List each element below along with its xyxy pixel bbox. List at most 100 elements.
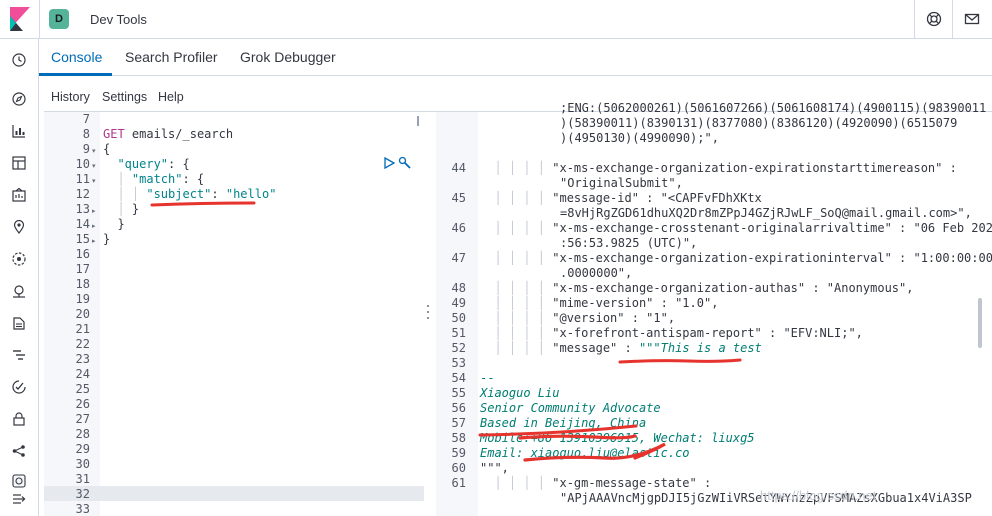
line-number: 21 bbox=[75, 322, 90, 336]
line-number: 22 bbox=[75, 337, 90, 351]
json-key: "match" bbox=[131, 172, 183, 186]
header-separator bbox=[952, 0, 953, 39]
monitoring-icon[interactable] bbox=[11, 473, 27, 489]
dashboard-icon[interactable] bbox=[11, 155, 27, 171]
top-header: D Dev Tools bbox=[0, 0, 992, 39]
help-link[interactable]: Help bbox=[158, 90, 184, 104]
request-line-10: "query": { bbox=[103, 157, 189, 171]
fold-toggle[interactable]: ▸ bbox=[92, 222, 96, 230]
response-line-50: │ │ │ │ "@version" : "1", bbox=[480, 311, 676, 325]
response-line-51: │ │ │ │ "x-forefront-antispam-report" : … bbox=[480, 326, 863, 340]
json-string: "hello" bbox=[225, 187, 277, 201]
collapse-icon[interactable] bbox=[11, 491, 27, 507]
line-number: 18 bbox=[75, 277, 90, 291]
line-number: 30 bbox=[75, 457, 90, 471]
response-line-47: │ │ │ │ "x-ms-exchange-organization-expi… bbox=[480, 251, 992, 265]
apm-icon[interactable] bbox=[11, 347, 27, 363]
fold-toggle[interactable]: ▾ bbox=[92, 177, 96, 185]
mail-icon[interactable] bbox=[964, 11, 980, 27]
active-tab-indicator bbox=[39, 73, 112, 76]
line-number: 53 bbox=[451, 356, 466, 370]
tab-console[interactable]: Console bbox=[51, 49, 102, 65]
request-line-11: │ "match": { bbox=[103, 172, 205, 186]
line-number: 25 bbox=[75, 382, 90, 396]
header-separator bbox=[914, 0, 915, 39]
fold-toggle[interactable]: ▾ bbox=[92, 147, 96, 155]
line-number: 50 bbox=[451, 311, 466, 325]
line-number: 48 bbox=[451, 281, 466, 295]
request-line-15: } bbox=[103, 232, 111, 246]
tab-grok-debugger[interactable]: Grok Debugger bbox=[240, 49, 336, 65]
line-number: 56 bbox=[451, 401, 466, 415]
line-number: 16 bbox=[75, 247, 90, 261]
request-line-12: │ │ "subject": "hello" bbox=[103, 187, 277, 201]
request-scroll-indicator[interactable] bbox=[417, 116, 419, 126]
response-line-48: │ │ │ │ "x-ms-exchange-organization-auth… bbox=[480, 281, 914, 295]
watermark: https://blog.csdn.net bbox=[760, 488, 877, 503]
response-line-46-cont: :56:53.9825 (UTC)", bbox=[560, 236, 698, 250]
wrench-icon[interactable] bbox=[398, 156, 412, 170]
line-number: 10 bbox=[75, 157, 90, 171]
header-separator bbox=[39, 0, 40, 39]
response-line-45: │ │ │ │ "message-id" : "<CAPFvFDhXKtx bbox=[480, 191, 762, 205]
line-number: 33 bbox=[75, 502, 90, 516]
response-line-60: """, bbox=[480, 461, 509, 475]
response-scrollbar[interactable] bbox=[978, 298, 982, 348]
line-number: 29 bbox=[75, 442, 90, 456]
siem-icon[interactable] bbox=[11, 411, 27, 427]
left-navigation bbox=[0, 39, 39, 516]
json-key: "subject" bbox=[146, 187, 212, 201]
ml-icon[interactable] bbox=[11, 251, 27, 267]
request-line-9: { bbox=[103, 142, 111, 156]
settings-link[interactable]: Settings bbox=[102, 90, 147, 104]
maps-icon[interactable] bbox=[11, 219, 27, 235]
line-number: 7 bbox=[82, 112, 90, 126]
infrastructure-icon[interactable] bbox=[11, 283, 27, 299]
history-link[interactable]: History bbox=[51, 90, 90, 104]
request-path: emails/_search bbox=[131, 127, 234, 141]
response-line-54: -- bbox=[480, 371, 495, 385]
line-number: 26 bbox=[75, 397, 90, 411]
response-line-44-cont: "OriginalSubmit", bbox=[560, 176, 683, 190]
response-cont-line: )(58390011)(8390131)(8377080)(8386120)(4… bbox=[560, 116, 958, 130]
line-number: 27 bbox=[75, 412, 90, 426]
json-punct: : bbox=[211, 187, 226, 201]
line-number: 32 bbox=[75, 487, 90, 501]
line-number: 55 bbox=[451, 386, 466, 400]
play-icon[interactable] bbox=[382, 156, 396, 170]
line-number: 28 bbox=[75, 427, 90, 441]
request-line-14: } bbox=[117, 217, 125, 231]
kibana-logo-icon[interactable] bbox=[10, 7, 30, 31]
fold-toggle[interactable]: ▸ bbox=[92, 237, 96, 245]
uptime-icon[interactable] bbox=[11, 379, 27, 395]
line-number: 51 bbox=[451, 326, 466, 340]
compass-icon[interactable] bbox=[11, 91, 27, 107]
response-line-47-cont: .0000000", bbox=[560, 266, 633, 280]
visualize-icon[interactable] bbox=[11, 123, 27, 139]
space-avatar[interactable]: D bbox=[49, 9, 69, 29]
fold-toggle[interactable]: ▾ bbox=[92, 162, 96, 170]
line-number: 61 bbox=[451, 476, 466, 490]
line-number: 11 bbox=[75, 172, 90, 186]
response-cont-line: )(4950130)(4990090);", bbox=[560, 131, 719, 145]
canvas-icon[interactable] bbox=[11, 187, 27, 203]
fold-toggle[interactable]: ▸ bbox=[92, 207, 96, 215]
red-scribble bbox=[518, 434, 666, 462]
help-icon[interactable] bbox=[926, 11, 942, 27]
line-number: 60 bbox=[451, 461, 466, 475]
red-annotation bbox=[150, 201, 256, 207]
app-title: Dev Tools bbox=[90, 12, 147, 27]
tab-search-profiler[interactable]: Search Profiler bbox=[125, 49, 218, 65]
logs-icon[interactable] bbox=[11, 315, 27, 331]
line-number: 45 bbox=[451, 191, 466, 205]
response-cont-line: ;ENG:(5062000261)(5061607266)(5061608174… bbox=[560, 101, 987, 115]
dev-tools-icon[interactable] bbox=[11, 443, 27, 459]
clock-icon[interactable] bbox=[11, 52, 27, 68]
json-punct: : { bbox=[182, 172, 205, 186]
line-number: 12 bbox=[75, 187, 90, 201]
line-number: 19 bbox=[75, 292, 90, 306]
line-number: 44 bbox=[451, 161, 466, 175]
line-number: 58 bbox=[451, 431, 466, 445]
response-line-46: │ │ │ │ "x-ms-exchange-crosstenant-origi… bbox=[480, 221, 992, 235]
line-number: 52 bbox=[451, 341, 466, 355]
